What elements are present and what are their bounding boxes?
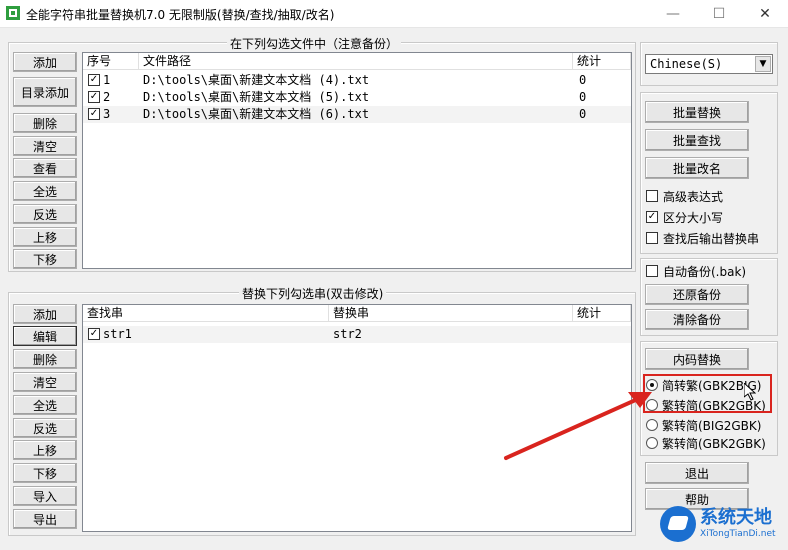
checkbox-box[interactable] bbox=[646, 265, 658, 277]
row-index: 3 bbox=[103, 107, 111, 121]
row-path: D:\tools\桌面\新建文本文档 (5).txt bbox=[143, 90, 370, 104]
batch-rename-button[interactable]: 批量改名 bbox=[645, 157, 749, 179]
clear-backup-button[interactable]: 清除备份 bbox=[645, 309, 749, 330]
row-count: 0 bbox=[579, 73, 587, 87]
mouse-cursor-icon bbox=[744, 383, 756, 401]
replace-panel-label: 替换下列勾选串(双击修改) bbox=[239, 285, 387, 302]
row-replace: str2 bbox=[333, 327, 362, 341]
file-list-header: 序号 文件路径 统计 bbox=[83, 53, 631, 70]
radio-dot[interactable] bbox=[646, 419, 658, 431]
replace-list[interactable]: 查找串 替换串 统计 ✓ str1 str2 bbox=[82, 304, 632, 532]
auto-backup-checkbox[interactable]: 自动备份(.bak) bbox=[646, 262, 746, 280]
row-checkbox[interactable]: ✓ bbox=[88, 91, 100, 103]
checkbox-box[interactable] bbox=[646, 232, 658, 244]
file-select-all-button[interactable]: 全选 bbox=[13, 181, 77, 201]
str-select-all-button[interactable]: 全选 bbox=[13, 395, 77, 415]
file-move-up-button[interactable]: 上移 bbox=[13, 227, 77, 247]
radio-gbk2gbk-b-label: 繁转简(GBK2GBK) bbox=[662, 436, 766, 451]
row-count: 0 bbox=[579, 107, 587, 121]
column-index[interactable]: 序号 bbox=[83, 53, 139, 70]
radio-gbk2gbk-b[interactable]: 繁转简(GBK2GBK) bbox=[646, 434, 766, 452]
radio-big2gbk[interactable]: 繁转简(BIG2GBK) bbox=[646, 416, 761, 434]
exit-button[interactable]: 退出 bbox=[645, 462, 749, 484]
table-row[interactable]: ✓ 2 D:\tools\桌面\新建文本文档 (5).txt 0 bbox=[83, 89, 631, 106]
file-list[interactable]: 序号 文件路径 统计 ✓ 1 D:\tools\桌面\新建文本文档 (4).tx… bbox=[82, 52, 632, 269]
watermark-sub: XiTongTianDi.net bbox=[700, 529, 776, 539]
row-checkbox[interactable]: ✓ bbox=[88, 74, 100, 86]
batch-replace-button[interactable]: 批量替换 bbox=[645, 101, 749, 123]
watermark-icon bbox=[660, 506, 696, 542]
column-path[interactable]: 文件路径 bbox=[139, 53, 573, 70]
str-clear-button[interactable]: 清空 bbox=[13, 372, 77, 392]
table-row[interactable]: ✓ 1 D:\tools\桌面\新建文本文档 (4).txt 0 bbox=[83, 72, 631, 89]
table-row[interactable]: ✓ str1 str2 bbox=[83, 326, 631, 343]
output-replace-label: 查找后输出替换串 bbox=[663, 231, 760, 246]
str-invert-button[interactable]: 反选 bbox=[13, 418, 77, 438]
row-path: D:\tools\桌面\新建文本文档 (4).txt bbox=[143, 73, 370, 87]
app-icon bbox=[6, 6, 20, 20]
column-count[interactable]: 统计 bbox=[573, 53, 631, 70]
output-replace-checkbox[interactable]: 查找后输出替换串 bbox=[646, 229, 759, 247]
row-count: 0 bbox=[579, 90, 587, 104]
radio-dot[interactable] bbox=[646, 437, 658, 449]
file-add-dir-button[interactable]: 目录添加 bbox=[13, 77, 77, 107]
checkbox-box[interactable] bbox=[646, 190, 658, 202]
language-select[interactable]: Chinese(S) ▼ bbox=[645, 54, 773, 74]
str-add-button[interactable]: 添加 bbox=[13, 304, 77, 324]
row-checkbox[interactable]: ✓ bbox=[88, 328, 100, 340]
code-replace-button[interactable]: 内码替换 bbox=[645, 348, 749, 370]
window-title: 全能字符串批量替换机7.0 无限制版(替换/查找/抽取/改名) bbox=[26, 8, 335, 22]
file-delete-button[interactable]: 删除 bbox=[13, 113, 77, 133]
watermark-logo: 系统天地 XiTongTianDi.net bbox=[660, 498, 788, 550]
str-export-button[interactable]: 导出 bbox=[13, 509, 77, 529]
file-view-button[interactable]: 查看 bbox=[13, 158, 77, 178]
chevron-down-icon[interactable]: ▼ bbox=[755, 56, 771, 72]
watermark-main: 系统天地 bbox=[700, 507, 772, 528]
advanced-regex-checkbox[interactable]: 高级表达式 bbox=[646, 187, 723, 205]
language-value: Chinese(S) bbox=[650, 57, 723, 71]
match-case-checkbox[interactable]: ✓ 区分大小写 bbox=[646, 208, 723, 226]
column-replace[interactable]: 替换串 bbox=[329, 305, 573, 322]
str-delete-button[interactable]: 删除 bbox=[13, 349, 77, 369]
table-row[interactable]: ✓ 3 D:\tools\桌面\新建文本文档 (6).txt 0 bbox=[83, 106, 631, 123]
file-clear-button[interactable]: 清空 bbox=[13, 136, 77, 156]
radio-big2gbk-label: 繁转简(BIG2GBK) bbox=[662, 418, 762, 433]
advanced-regex-label: 高级表达式 bbox=[663, 189, 724, 204]
file-invert-button[interactable]: 反选 bbox=[13, 204, 77, 224]
close-button[interactable]: ✕ bbox=[742, 0, 788, 28]
auto-backup-label: 自动备份(.bak) bbox=[663, 264, 747, 279]
file-panel-label: 在下列勾选文件中（注意备份） bbox=[227, 35, 402, 52]
str-edit-button[interactable]: 编辑 bbox=[13, 326, 77, 346]
str-move-up-button[interactable]: 上移 bbox=[13, 440, 77, 460]
column-find[interactable]: 查找串 bbox=[83, 305, 329, 322]
row-find: str1 bbox=[103, 327, 132, 341]
replace-list-header: 查找串 替换串 统计 bbox=[83, 305, 631, 322]
title-bar: 全能字符串批量替换机7.0 无限制版(替换/查找/抽取/改名) — ☐ ✕ bbox=[0, 0, 788, 28]
row-index: 1 bbox=[103, 73, 111, 87]
row-path: D:\tools\桌面\新建文本文档 (6).txt bbox=[143, 107, 370, 121]
str-move-down-button[interactable]: 下移 bbox=[13, 463, 77, 483]
row-index: 2 bbox=[103, 90, 111, 104]
restore-backup-button[interactable]: 还原备份 bbox=[645, 284, 749, 305]
file-move-down-button[interactable]: 下移 bbox=[13, 249, 77, 269]
maximize-button[interactable]: ☐ bbox=[696, 0, 742, 28]
checkbox-box[interactable]: ✓ bbox=[646, 211, 658, 223]
row-checkbox[interactable]: ✓ bbox=[88, 108, 100, 120]
file-add-button[interactable]: 添加 bbox=[13, 52, 77, 72]
batch-find-button[interactable]: 批量查找 bbox=[645, 129, 749, 151]
str-import-button[interactable]: 导入 bbox=[13, 486, 77, 506]
match-case-label: 区分大小写 bbox=[663, 210, 724, 225]
minimize-button[interactable]: — bbox=[650, 0, 696, 28]
column-count[interactable]: 统计 bbox=[573, 305, 631, 322]
